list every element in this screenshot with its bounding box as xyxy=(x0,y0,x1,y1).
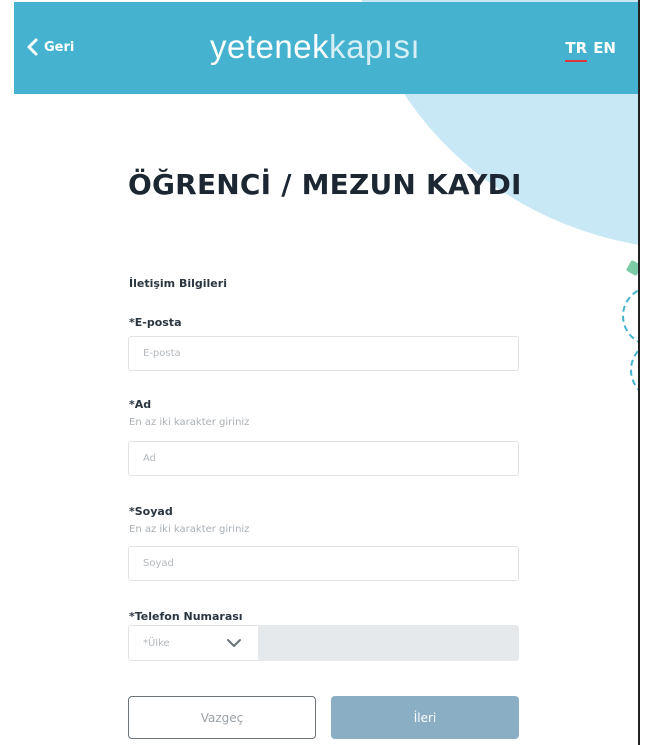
page-title: ÖĞRENCİ / MEZUN KAYDI xyxy=(128,168,522,201)
country-placeholder: *Ülke xyxy=(143,637,170,649)
next-button[interactable]: İleri xyxy=(331,696,519,739)
lang-en-link[interactable]: EN xyxy=(593,39,616,57)
surname-hint: En az iki karakter giriniz xyxy=(129,524,250,535)
name-label: *Ad xyxy=(129,398,152,411)
chevron-down-icon xyxy=(227,639,241,647)
name-field[interactable]: Ad xyxy=(128,441,519,476)
email-label: *E-posta xyxy=(129,316,182,329)
cancel-button[interactable]: Vazgeç xyxy=(128,696,316,739)
surname-field[interactable]: Soyad xyxy=(128,546,519,581)
top-header: Geri yetenekkapısı TR EN xyxy=(14,2,638,94)
surname-placeholder: Soyad xyxy=(143,558,174,569)
chevron-left-icon xyxy=(27,38,38,56)
email-placeholder: E-posta xyxy=(143,348,181,359)
name-placeholder: Ad xyxy=(143,453,157,464)
window-edge xyxy=(638,0,640,745)
phone-label: *Telefon Numarası xyxy=(129,610,243,623)
lang-tr-link[interactable]: TR xyxy=(565,39,587,62)
back-button[interactable]: Geri xyxy=(26,38,74,56)
page-frame: Geri yetenekkapısı TR EN ÖĞRENCİ / MEZUN… xyxy=(0,0,640,745)
surname-label: *Soyad xyxy=(129,505,173,518)
language-switcher: TR EN xyxy=(565,39,616,62)
phone-number-input[interactable] xyxy=(258,625,519,661)
email-field[interactable]: E-posta xyxy=(128,336,519,371)
logo: yetenekkapısı xyxy=(210,28,420,66)
logo-light: kapısı xyxy=(329,28,421,65)
section-title: İletişim Bilgileri xyxy=(129,277,227,290)
logo-bold: yetenek xyxy=(210,28,330,65)
name-hint: En az iki karakter giriniz xyxy=(129,417,250,428)
back-label: Geri xyxy=(44,39,75,55)
country-select[interactable]: *Ülke xyxy=(128,625,259,661)
